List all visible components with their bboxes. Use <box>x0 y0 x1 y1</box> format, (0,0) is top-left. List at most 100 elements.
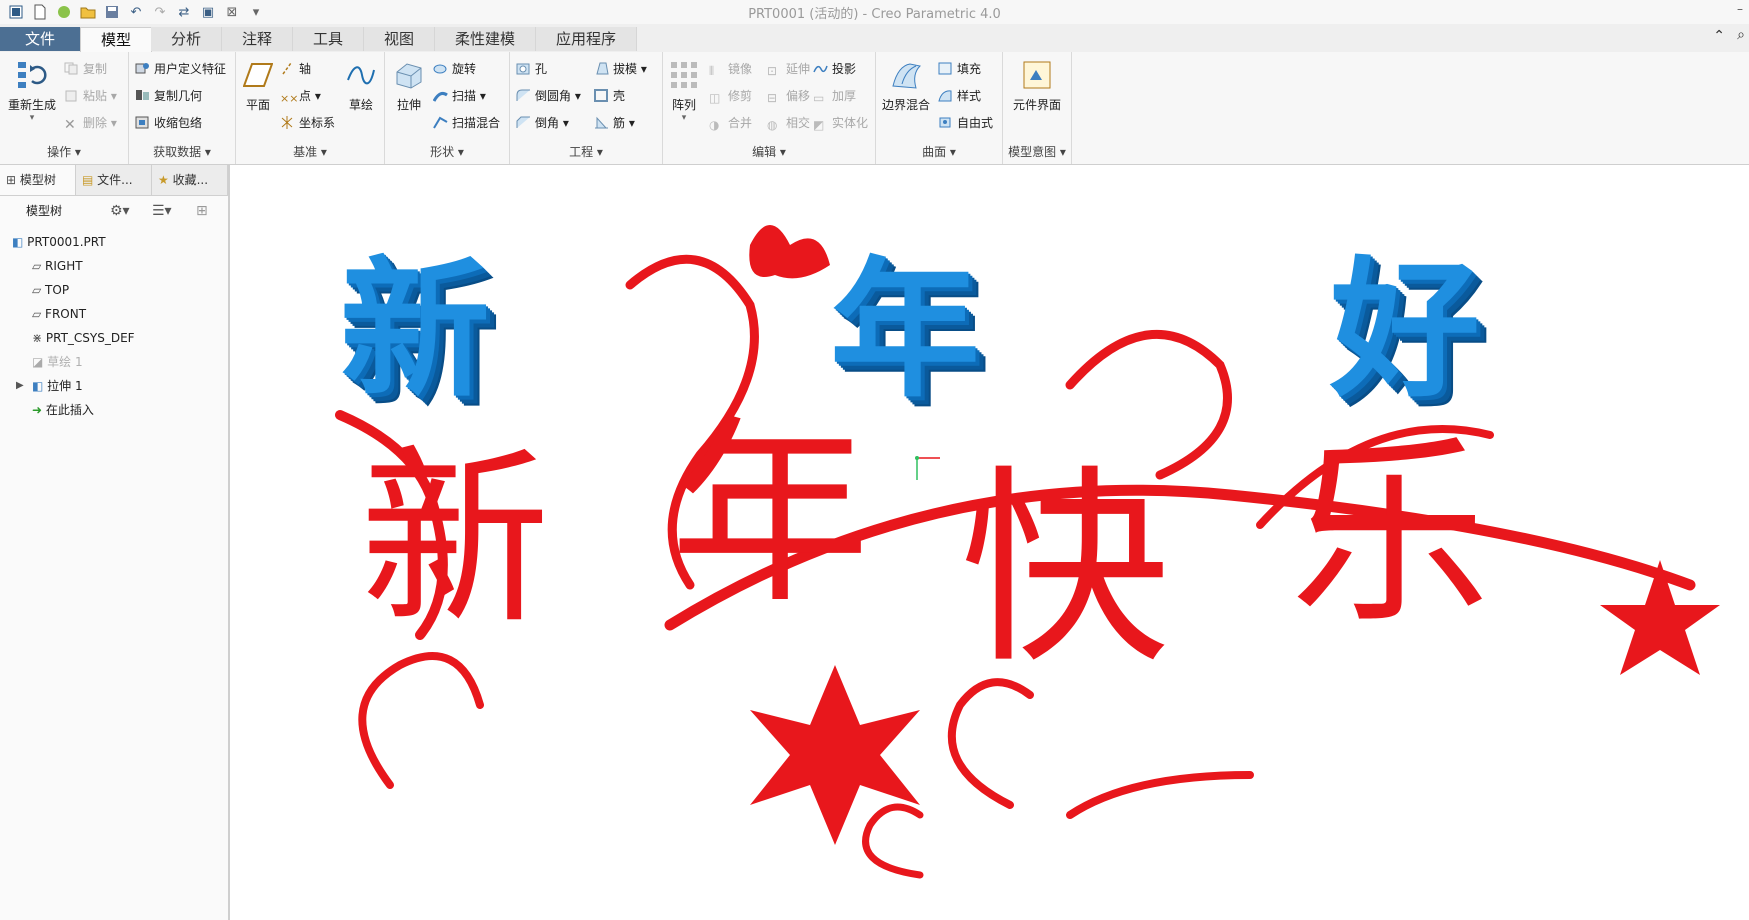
style-icon <box>938 87 953 102</box>
plane-icon <box>241 58 275 92</box>
project-icon <box>813 60 828 73</box>
thicken-button[interactable]: ▭ 加厚 <box>813 85 856 107</box>
mirror-button[interactable]: ⫴ 镜像 <box>709 58 752 80</box>
group-label-operations[interactable]: 操作 ▾ <box>0 143 128 160</box>
expand-arrow-icon[interactable]: ▶ <box>16 374 24 398</box>
tab-view[interactable]: 视图 <box>364 27 435 51</box>
axis-button[interactable]: 轴 <box>280 58 311 80</box>
tab-annotate[interactable]: 注释 <box>222 27 293 51</box>
tab-model-tree[interactable]: ⊞ 模型树 <box>0 165 76 195</box>
graphics-window[interactable]: 新 年 快 乐 新 年 好 <box>230 165 1749 920</box>
regenerate-button[interactable]: 重新生成 ▾ <box>4 58 60 123</box>
tab-folder-browser[interactable]: ▤ 文件... <box>76 165 152 195</box>
extruded-char-nian[interactable]: 年 <box>830 255 980 405</box>
trim-button[interactable]: ◫ 修剪 <box>709 85 752 107</box>
tree-node-insert-here[interactable]: ➜ 在此插入 <box>0 398 228 422</box>
group-label-editing[interactable]: 编辑 ▾ <box>663 143 875 160</box>
search-icon[interactable]: ⌕ <box>1737 27 1745 43</box>
offset-icon: ⊟ <box>767 91 778 105</box>
rib-icon <box>594 114 609 129</box>
group-engineering: 孔 倒圆角 ▾ 倒角 ▾ 拔模 ▾ 壳 筋 ▾ 工程 ▾ <box>510 52 663 164</box>
hole-button[interactable]: 孔 <box>516 58 547 80</box>
mirror-icon: ⫴ <box>709 64 715 78</box>
datum-plane-icon: ▱ <box>32 259 46 273</box>
chamfer-icon <box>516 114 531 128</box>
folder-icon: ▤ <box>82 173 98 187</box>
shell-button[interactable]: 壳 <box>594 85 625 107</box>
extruded-char-hao[interactable]: 好 <box>1330 255 1480 405</box>
group-label-model-intent[interactable]: 模型意图 ▾ <box>1003 143 1071 160</box>
pattern-button[interactable]: 阵列 ▾ <box>665 58 703 123</box>
group-label-surfaces[interactable]: 曲面 ▾ <box>876 143 1002 160</box>
title-bar: ↶ ↷ ⇄ ▣ ⊠ ▾ PRT0001 (活动的) - Creo Paramet… <box>0 0 1749 24</box>
sweep-icon <box>432 87 448 102</box>
group-label-engineering[interactable]: 工程 ▾ <box>510 143 662 160</box>
csys-icon <box>280 114 295 129</box>
extend-icon: ⊡ <box>767 64 778 78</box>
plane-button[interactable]: 平面 <box>240 58 276 113</box>
group-label-datum[interactable]: 基准 ▾ <box>236 143 384 160</box>
sketch-button[interactable]: 草绘 <box>342 58 380 113</box>
tab-favorites[interactable]: ★ 收藏... <box>152 165 228 195</box>
udf-button[interactable]: 用户定义特征 <box>135 58 226 80</box>
boundary-blend-icon <box>889 58 923 92</box>
csys-icon: ⋇ <box>32 331 46 345</box>
tree-node-sketch[interactable]: ◪ 草绘 1 <box>0 350 228 374</box>
copy-button[interactable]: 复制 <box>64 58 107 80</box>
draft-button[interactable]: 拔模 ▾ <box>594 58 647 80</box>
shrinkwrap-button[interactable]: 收缩包络 <box>135 112 202 134</box>
tree-node-top[interactable]: ▱ TOP <box>0 278 228 302</box>
point-button[interactable]: ××点 ▾ <box>280 85 321 107</box>
pattern-icon <box>667 58 701 92</box>
round-button[interactable]: 倒圆角 ▾ <box>516 85 581 107</box>
intersect-button[interactable]: ◍ 相交 <box>767 112 810 134</box>
fill-button[interactable]: 填充 <box>938 58 981 80</box>
delete-button[interactable]: ✕ 删除 ▾ <box>64 112 117 134</box>
extrude-icon: ◧ <box>32 379 48 393</box>
tree-node-right[interactable]: ▱ RIGHT <box>0 254 228 278</box>
merge-icon: ◑ <box>709 118 720 132</box>
collapse-ribbon-icon[interactable]: ⌃ <box>1713 28 1725 44</box>
tab-applications[interactable]: 应用程序 <box>536 27 637 51</box>
offset-button[interactable]: ⊟ 偏移 <box>767 85 810 107</box>
sweep-button[interactable]: 扫描 ▾ <box>432 85 486 107</box>
project-button[interactable]: 投影 <box>813 58 856 80</box>
boundary-blend-button[interactable]: 边界混合 <box>878 58 934 113</box>
show-icon[interactable]: ☰▾ <box>152 196 172 226</box>
extrude-button[interactable]: 拉伸 <box>389 58 429 113</box>
tab-model[interactable]: 模型 <box>80 27 152 53</box>
revolve-button[interactable]: 旋转 <box>433 58 476 80</box>
solidify-icon: ◩ <box>813 118 825 132</box>
group-label-shape[interactable]: 形状 ▾ <box>385 143 509 160</box>
component-interface-icon <box>1020 58 1054 92</box>
tab-file[interactable]: 文件 <box>0 27 81 51</box>
style-button[interactable]: 样式 <box>938 85 981 107</box>
solidify-button[interactable]: ◩ 实体化 <box>813 112 868 134</box>
extend-button[interactable]: ⊡ 延伸 <box>767 58 810 80</box>
group-label-get-data[interactable]: 获取数据 ▾ <box>129 143 235 160</box>
sketch-icon: ◪ <box>32 355 48 369</box>
tab-analysis[interactable]: 分析 <box>151 27 222 51</box>
tab-flexible-modeling[interactable]: 柔性建模 <box>435 27 536 51</box>
copy-geometry-button[interactable]: 复制几何 <box>135 85 202 107</box>
extruded-char-xin[interactable]: 新 <box>340 255 490 405</box>
tab-tools[interactable]: 工具 <box>293 27 364 51</box>
filter-icon[interactable]: ⊞ <box>196 196 208 226</box>
minimize-icon[interactable]: – <box>1737 2 1743 16</box>
tree-node-extrude[interactable]: ▶ ◧ 拉伸 1 <box>0 374 228 398</box>
paste-icon <box>64 87 79 102</box>
rib-button[interactable]: 筋 ▾ <box>594 112 635 134</box>
model-tree: ◧ PRT0001.PRT ▱ RIGHT ▱ TOP ▱ FRONT ⋇ PR… <box>0 226 228 422</box>
settings-icon[interactable]: ⚙▾ <box>110 196 130 226</box>
freestyle-button[interactable]: 自由式 <box>938 112 993 134</box>
tree-node-part[interactable]: ◧ PRT0001.PRT <box>0 230 228 254</box>
merge-button[interactable]: ◑ 合并 <box>709 112 752 134</box>
tree-node-front[interactable]: ▱ FRONT <box>0 302 228 326</box>
paste-button[interactable]: 粘贴 ▾ <box>64 85 117 107</box>
csys-button[interactable]: 坐标系 <box>280 112 335 134</box>
swept-blend-button[interactable]: 扫描混合 <box>433 112 500 134</box>
tree-node-csys[interactable]: ⋇ PRT_CSYS_DEF <box>0 326 228 350</box>
group-model-intent: 元件界面 模型意图 ▾ <box>1003 52 1072 164</box>
component-interface-button[interactable]: 元件界面 <box>1007 58 1067 113</box>
chamfer-button[interactable]: 倒角 ▾ <box>516 112 569 134</box>
